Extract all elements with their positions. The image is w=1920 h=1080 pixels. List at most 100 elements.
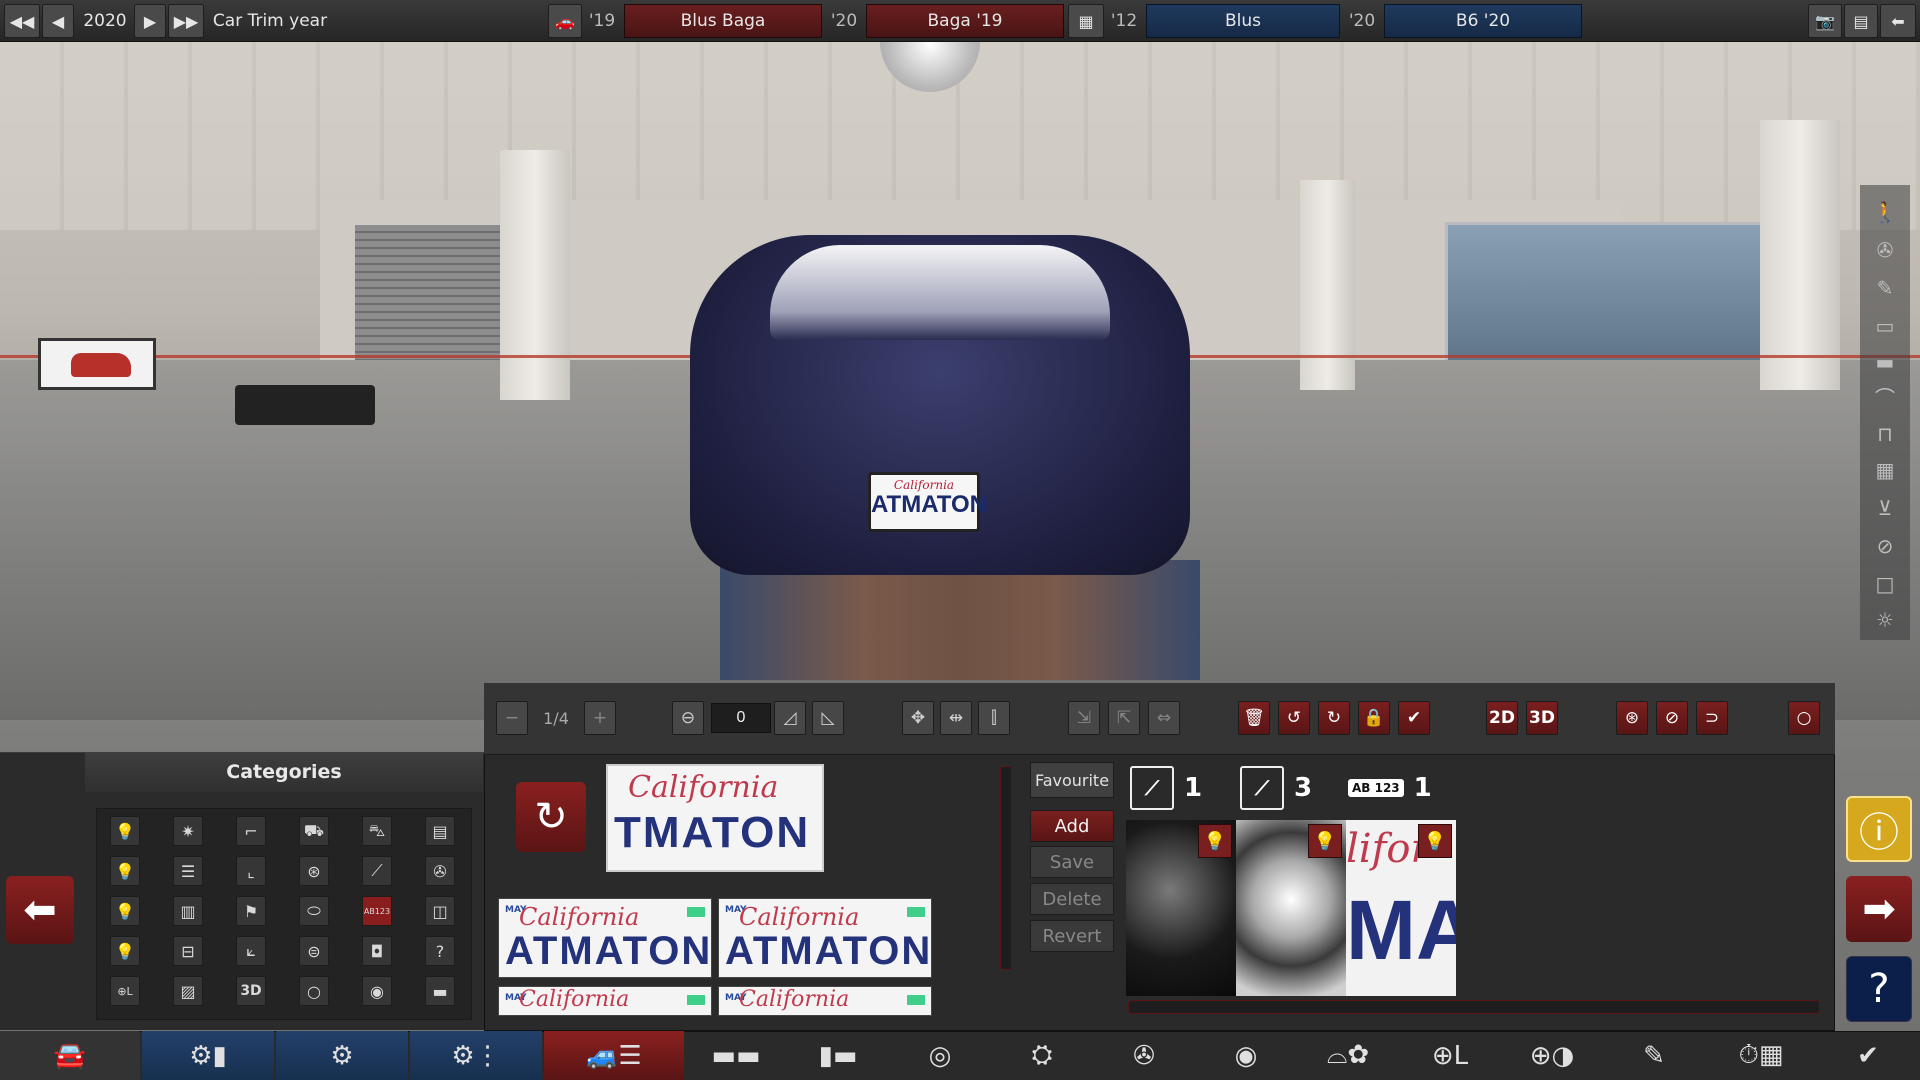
plate-counter[interactable]: AB 123 1 (1348, 766, 1432, 810)
skew-right-icon[interactable]: ◺ (812, 701, 844, 735)
decal-thumbnail[interactable]: MAY California ATMATON (718, 898, 932, 978)
sun-icon[interactable]: ✷ (173, 816, 203, 846)
skew-left-icon[interactable]: ◿ (774, 701, 806, 735)
plate-texture-swatch[interactable]: lifor MAT 💡 (1346, 820, 1456, 996)
lock-icon[interactable]: 🔒 (1358, 701, 1390, 735)
delete-icon[interactable]: 🗑 (1238, 701, 1270, 735)
mode-2d-button[interactable]: 2D (1486, 701, 1518, 735)
redo-icon[interactable]: ↻ (1318, 701, 1350, 735)
engine-icon[interactable]: ▦ (1068, 4, 1104, 38)
mirror-both-icon[interactable]: ⇔ (1148, 701, 1180, 735)
person-icon[interactable]: 🚶 (1872, 199, 1898, 225)
spray-icon[interactable]: ✎ (1872, 275, 1898, 301)
cup-icon[interactable]: ◘ (362, 936, 392, 966)
move-icon[interactable]: ✥ (902, 701, 934, 735)
engine-family-tab-icon[interactable]: ⚙▮ (142, 1031, 274, 1080)
plus-icon[interactable]: + (584, 701, 616, 735)
wiper-icon[interactable]: ⟋ (362, 856, 392, 886)
roof-icon[interactable]: ⌒ (1872, 385, 1898, 411)
decal-thumbnail[interactable]: MAY California ATMATON (498, 898, 712, 978)
help-icon[interactable]: ? (1846, 956, 1912, 1022)
engine-icon[interactable]: ▦ (1872, 457, 1898, 483)
car-icon[interactable]: 🚗 (548, 4, 582, 38)
badge-icon[interactable]: ⊕L (110, 976, 140, 1006)
align-icon[interactable]: ⫿ (978, 701, 1010, 735)
flag-icon[interactable]: ⚑ (236, 896, 266, 926)
interior-tab-icon[interactable]: ⊕L (1400, 1031, 1500, 1080)
frame-icon[interactable]: ▬ (1872, 349, 1898, 375)
prev-icon[interactable]: ◀ (42, 4, 74, 38)
bulb-icon[interactable]: 💡 (1198, 824, 1232, 858)
undo-icon[interactable]: ↺ (1278, 701, 1310, 735)
trim-selector[interactable]: Baga '19 (866, 4, 1064, 38)
decal-list-scrollbar[interactable] (1000, 766, 1012, 970)
selected-decal-preview[interactable]: California TMATON (606, 764, 824, 872)
engine-design-tab-icon[interactable]: ⚙ (276, 1031, 408, 1080)
brakes-tab-icon[interactable]: ◉ (1196, 1031, 1296, 1080)
steering-tab-icon[interactable]: ⊕◑ (1502, 1031, 1602, 1080)
finish-tab-icon[interactable]: ✔ (1818, 1031, 1918, 1080)
seat-icon[interactable]: ⌐ (236, 816, 266, 846)
forward-arrow-icon[interactable]: ➡ (1846, 876, 1912, 942)
trim-chassis-tab-icon[interactable]: ▮▬ (788, 1031, 888, 1080)
bench-icon[interactable]: ⊟ (173, 936, 203, 966)
safety-tab-icon[interactable]: ✎ (1604, 1031, 1704, 1080)
favourite-button[interactable]: Favourite (1030, 762, 1114, 798)
rotate-reset-icon[interactable]: ⊖ (672, 701, 704, 735)
lift-icon[interactable]: ⊓ (1872, 421, 1898, 447)
back-arrow-icon[interactable]: ⬅ (6, 876, 74, 944)
bar-icon[interactable]: ▬ (425, 976, 455, 1006)
bulb-icon[interactable]: 💡 (110, 816, 140, 846)
jack-icon[interactable]: ⊻ (1872, 495, 1898, 521)
chrome-swatch[interactable]: 💡 (1236, 820, 1346, 996)
fast-back-icon[interactable]: ◀◀ (4, 4, 40, 38)
wheel-option-icon[interactable]: ⊛ (1616, 701, 1648, 735)
bulb-icon[interactable]: 💡 (1418, 824, 1452, 858)
wheels-tab-icon[interactable]: ✇ (1094, 1031, 1194, 1080)
light-icon[interactable]: ☼ (1872, 607, 1898, 633)
bulb-icon[interactable]: 💡 (110, 936, 140, 966)
decal-thumbnail[interactable]: MAY California (718, 986, 932, 1016)
magnet-icon[interactable]: ⊃ (1696, 701, 1728, 735)
boot-icon[interactable]: ⌞ (236, 856, 266, 886)
pedal-icon[interactable]: ⟀ (236, 936, 266, 966)
horn-icon[interactable]: ◫ (425, 896, 455, 926)
car-model-tab-icon[interactable]: 🚘 (0, 1031, 140, 1080)
add-button[interactable]: Add (1030, 810, 1114, 842)
trim-body-tab-icon[interactable]: ▬▬ (686, 1031, 786, 1080)
wheel-icon[interactable]: ✇ (1872, 237, 1898, 263)
suspension-tab-icon[interactable]: ◎ (890, 1031, 990, 1080)
matte-black-swatch[interactable]: 💡 (1126, 820, 1236, 996)
rim-icon[interactable]: ✇ (425, 856, 455, 886)
wheel-icon[interactable]: ⊛ (299, 856, 329, 886)
warning-icon[interactable]: ⓘ (1846, 796, 1912, 862)
plate-icon[interactable]: AB123 (362, 896, 392, 926)
texture-icon[interactable]: ▨ (173, 976, 203, 1006)
3d-icon[interactable]: 3D (236, 976, 266, 1006)
paint-counter[interactable]: ⟋ 1 (1130, 766, 1202, 810)
aero-tab-icon[interactable]: ⌓✿ (1298, 1031, 1398, 1080)
mirror-y-icon[interactable]: ⇱ (1108, 701, 1140, 735)
truck-icon[interactable]: ⛟ (299, 816, 329, 846)
minus-icon[interactable]: − (496, 701, 528, 735)
engine-tuning-tab-icon[interactable]: ⚙⋮ (410, 1031, 542, 1080)
no-wheel-icon[interactable]: ⊘ (1656, 701, 1688, 735)
decal-thumbnail[interactable]: MAY California (498, 986, 712, 1016)
book-icon[interactable]: ▥ (173, 896, 203, 926)
list-icon[interactable]: ☰ (173, 856, 203, 886)
chrome-counter[interactable]: ⟋ 3 (1240, 766, 1312, 810)
model-selector[interactable]: Blus Baga (624, 4, 822, 38)
mode-3d-button[interactable]: 3D (1526, 701, 1558, 735)
car-side-icon[interactable]: ▭ (1872, 313, 1898, 339)
ring-icon[interactable]: ◉ (362, 976, 392, 1006)
camera-icon[interactable]: 📷 (1808, 4, 1842, 38)
engine-family-selector[interactable]: Blus (1146, 4, 1340, 38)
grille-icon[interactable]: ▤ (425, 816, 455, 846)
revert-button[interactable]: Revert (1030, 920, 1114, 952)
next-icon[interactable]: ▶ (134, 4, 166, 38)
save-button[interactable]: Save (1030, 846, 1114, 878)
scale-icon[interactable]: ⇹ (940, 701, 972, 735)
grid-icon[interactable]: ▤ (1844, 4, 1878, 38)
delete-button[interactable]: Delete (1030, 883, 1114, 915)
fast-forward-icon[interactable]: ▶▶ (168, 4, 204, 38)
